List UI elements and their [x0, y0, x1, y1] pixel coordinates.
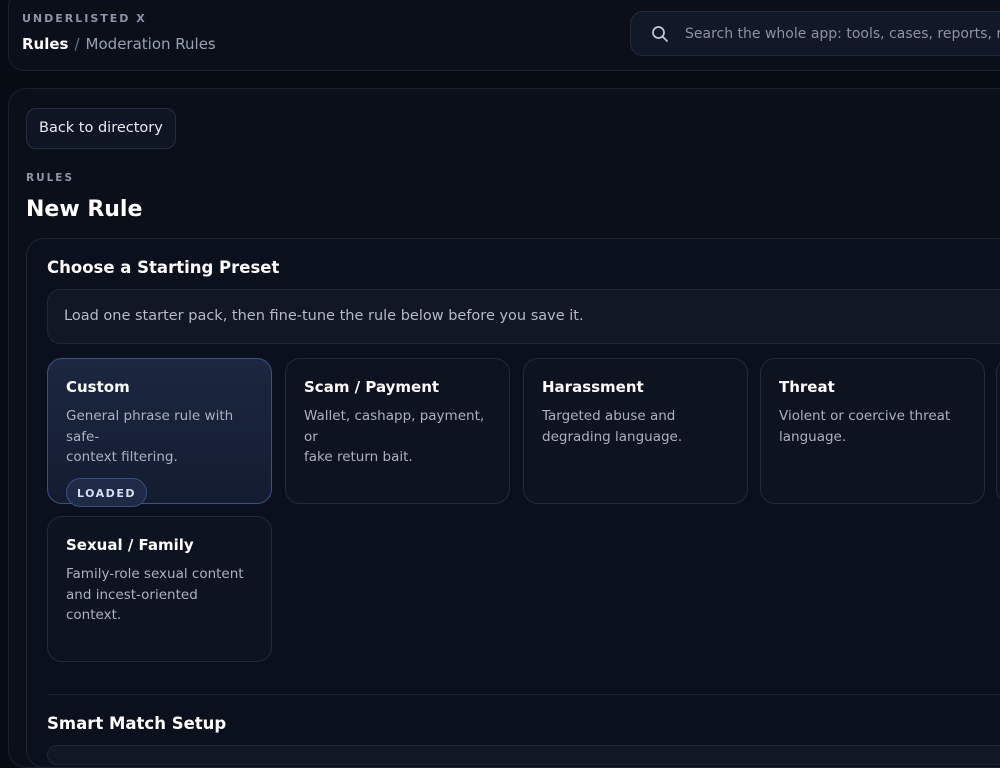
preset-card-desc-line: Wallet, cashapp, payment, or: [304, 408, 485, 445]
page-eyebrow: RULES: [26, 172, 75, 184]
back-to-directory-button[interactable]: Back to directory: [26, 108, 176, 149]
global-search[interactable]: [630, 11, 1000, 56]
breadcrumb-moderation-rules[interactable]: Moderation Rules: [86, 35, 216, 53]
preset-card-desc-line: Violent or coercive threat: [779, 408, 951, 424]
preset-card-desc-line: language.: [779, 428, 847, 445]
preset-card-desc-line: fake return bait.: [304, 449, 413, 465]
smart-match-panel: [47, 745, 1000, 765]
preset-card-description: Wallet, cashapp, payment, or fake return…: [304, 406, 491, 468]
preset-card-desc-line: degrading language.: [542, 428, 683, 445]
preset-card-title: Harassment: [542, 378, 644, 396]
preset-card-title: Sexual / Family: [66, 536, 194, 554]
preset-card-title: Threat: [779, 378, 835, 396]
preset-card-sexual-family[interactable]: Sexual / Family Family-role sexual conte…: [47, 516, 272, 662]
breadcrumb-current[interactable]: Rules: [22, 35, 68, 53]
preset-card-desc-line: and incest-oriented context.: [66, 586, 198, 624]
search-icon: [652, 26, 668, 42]
preset-card-description: Violent or coercive threat language.: [779, 406, 966, 447]
search-input[interactable]: [685, 12, 1000, 55]
app-brand: UNDERLISTED X: [22, 12, 147, 25]
page-title: New Rule: [26, 197, 143, 222]
preset-card-desc-line: context filtering.: [66, 449, 178, 465]
preset-card-desc-line: General phrase rule with safe-: [66, 408, 234, 445]
preset-card-partial[interactable]: [996, 358, 1000, 504]
breadcrumb: Rules / Moderation Rules: [22, 35, 216, 53]
preset-card-description: Targeted abuse and degrading language.: [542, 406, 729, 447]
preset-card-title: Custom: [66, 378, 130, 396]
preset-hint: Load one starter pack, then fine-tune th…: [47, 289, 1000, 344]
breadcrumb-separator: /: [74, 35, 80, 53]
preset-card-description: Family-role sexual content and incest-or…: [66, 564, 253, 626]
preset-card-custom[interactable]: Custom General phrase rule with safe- co…: [47, 358, 272, 507]
preset-card-desc-line: Targeted abuse and: [542, 408, 676, 424]
preset-panel-title: Choose a Starting Preset: [47, 258, 280, 277]
smart-match-title: Smart Match Setup: [47, 714, 227, 733]
loaded-badge: LOADED: [66, 477, 147, 507]
preset-card-scam-payment[interactable]: Scam / Payment Wallet, cashapp, payment,…: [285, 358, 510, 504]
preset-card-threat[interactable]: Threat Violent or coercive threat langua…: [760, 358, 985, 504]
preset-card-description: General phrase rule with safe- context f…: [66, 406, 253, 468]
section-divider: [47, 694, 1000, 695]
preset-card-desc-line: Family-role sexual content: [66, 566, 244, 582]
preset-card-title: Scam / Payment: [304, 378, 440, 396]
preset-card-harassment[interactable]: Harassment Targeted abuse and degrading …: [523, 358, 748, 504]
